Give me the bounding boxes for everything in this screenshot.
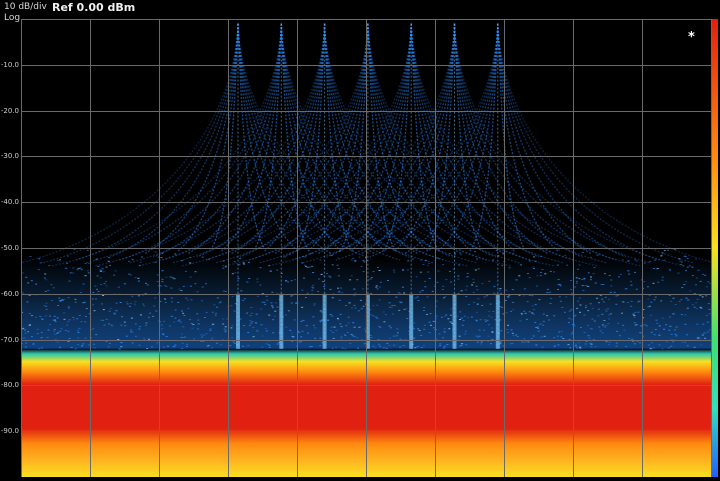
carrier-trace-left [21,23,239,264]
spectrum-plot-area[interactable] [21,19,712,477]
carrier-trace-left [137,23,369,267]
carrier-trace-right [453,23,515,252]
carrier-trace-right [453,23,685,267]
carrier-trace-left [267,23,499,267]
carrier-trace-left [220,23,282,252]
carrier-trace-left [211,23,239,249]
carrier-trace-right [280,23,512,267]
scale-mode-label: Log [4,13,21,23]
y-axis-tick-label: -80.0 [0,381,19,390]
carrier-trace-left [224,23,456,267]
carrier-trace-right [497,23,593,255]
y-axis-tick-label: -10.0 [0,60,19,69]
y-axis-tick-label: -30.0 [0,152,19,161]
spectrum-plot-svg [21,19,712,477]
carrier-trace-left [181,23,412,267]
y-axis-tick-label: -40.0 [0,198,19,207]
carrier-trace-left [94,23,326,267]
density-colorbar [712,19,718,477]
carrier-trace-left [143,23,239,255]
y-axis-tick-label: -20.0 [0,106,19,115]
marker-indicator: * [688,30,695,45]
carrier-trace-right [410,23,642,267]
reference-level-label: Ref 0.00 dBm [52,1,136,14]
carrier-trace-right [323,23,555,267]
y-axis-tick-label: -70.0 [0,335,19,344]
carrier-trace-left [51,23,282,267]
carrier-trace-right [497,23,712,263]
carrier-trace-right [497,23,525,249]
scale-per-division-label: 10 dB/div [4,2,47,12]
spectrum-display: 10 dB/div Log Ref 0.00 dBm -10.0 -20.0 -30… [0,0,720,481]
carrier-trace-right [497,23,559,252]
y-axis-tick-label: -50.0 [0,244,19,252]
carrier-trace-right [367,23,599,267]
y-axis-tick-label: -60.0 [0,289,19,298]
y-axis-tick-label: -90.0 [0,427,19,436]
colorbar-fill [712,19,718,477]
carrier-trace-right [237,23,469,267]
